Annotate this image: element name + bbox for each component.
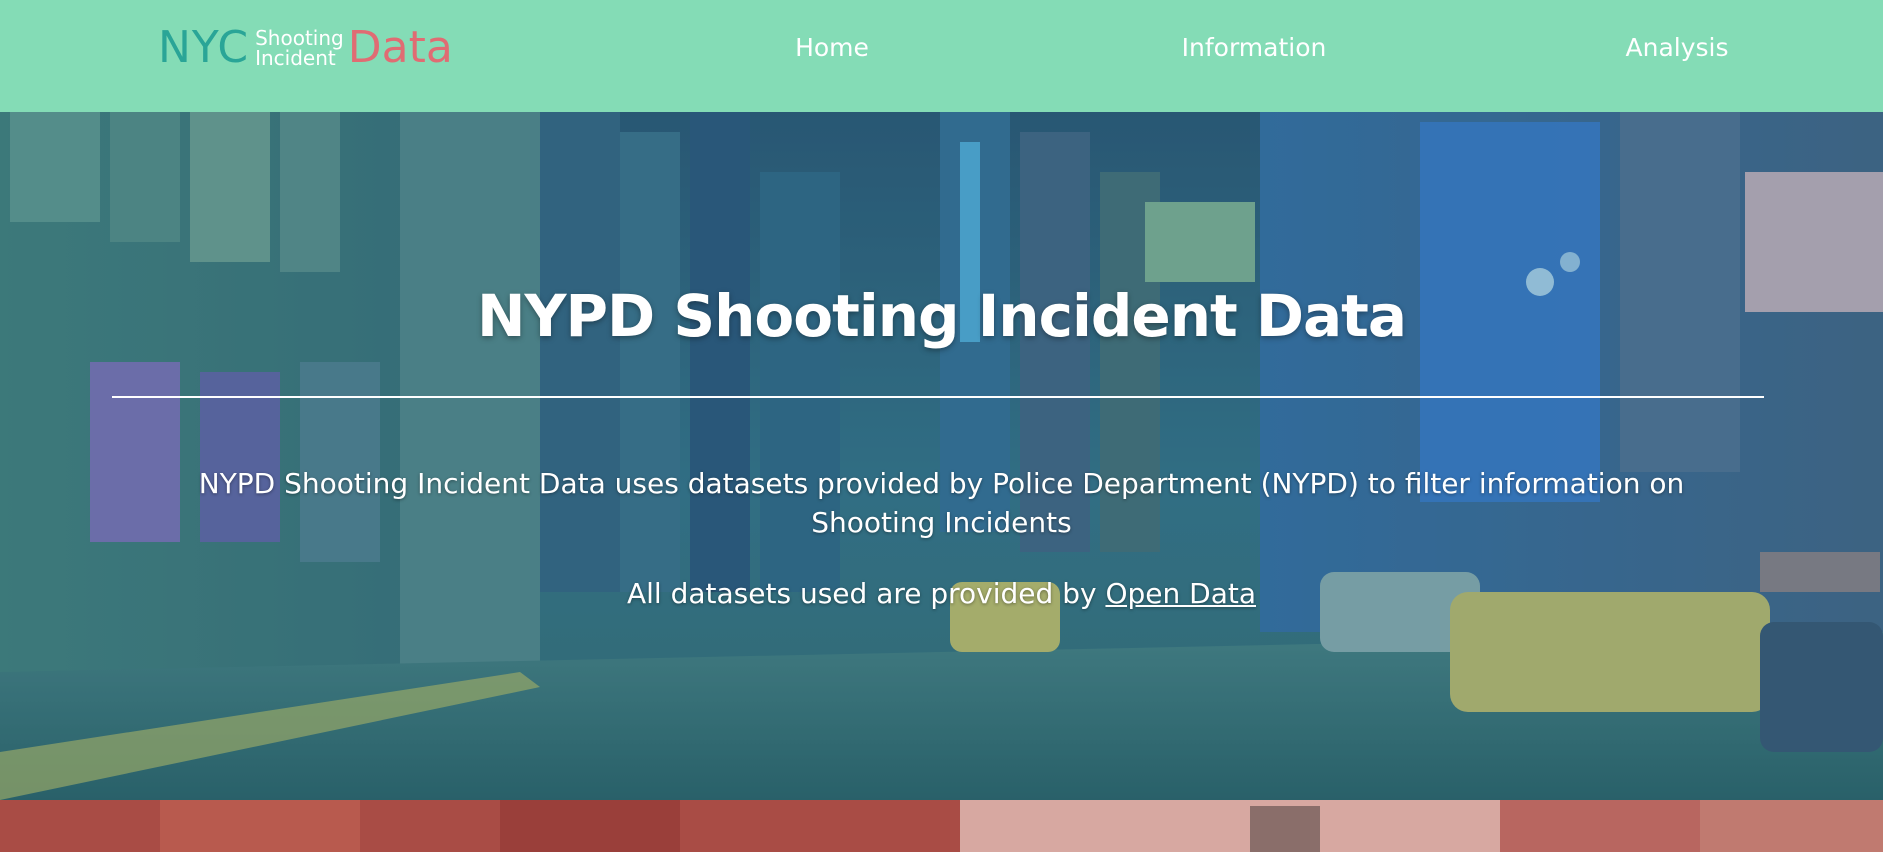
nav-information-link[interactable]: Information [1182, 33, 1327, 62]
next-section-background [0, 800, 1883, 852]
logo-nyc-text: NYC [158, 22, 250, 73]
nav-home-link[interactable]: Home [795, 33, 869, 62]
logo-line-1: Shooting [255, 26, 344, 50]
logo-subtitle: Shooting Incident [255, 28, 344, 68]
hero-title: NYPD Shooting Incident Data [476, 282, 1407, 350]
navbar: NYC Shooting Incident Data Home Informat… [0, 0, 1883, 112]
hero-section: NYPD Shooting Incident Data NYPD Shootin… [0, 112, 1883, 800]
site-logo[interactable]: NYC Shooting Incident Data [158, 26, 453, 70]
source-prefix-text: All datasets used are provided by [627, 577, 1106, 610]
hero-source-line: All datasets used are provided by Open D… [0, 577, 1883, 610]
hero-color-overlay [0, 112, 1883, 800]
logo-line-2: Incident [255, 46, 336, 70]
next-section-image [0, 800, 1883, 852]
hero-description: NYPD Shooting Incident Data uses dataset… [198, 467, 1685, 539]
hero-divider [112, 396, 1764, 398]
logo-data-text: Data [347, 22, 453, 73]
open-data-link[interactable]: Open Data [1105, 577, 1256, 610]
nav-analysis-link[interactable]: Analysis [1625, 33, 1728, 62]
